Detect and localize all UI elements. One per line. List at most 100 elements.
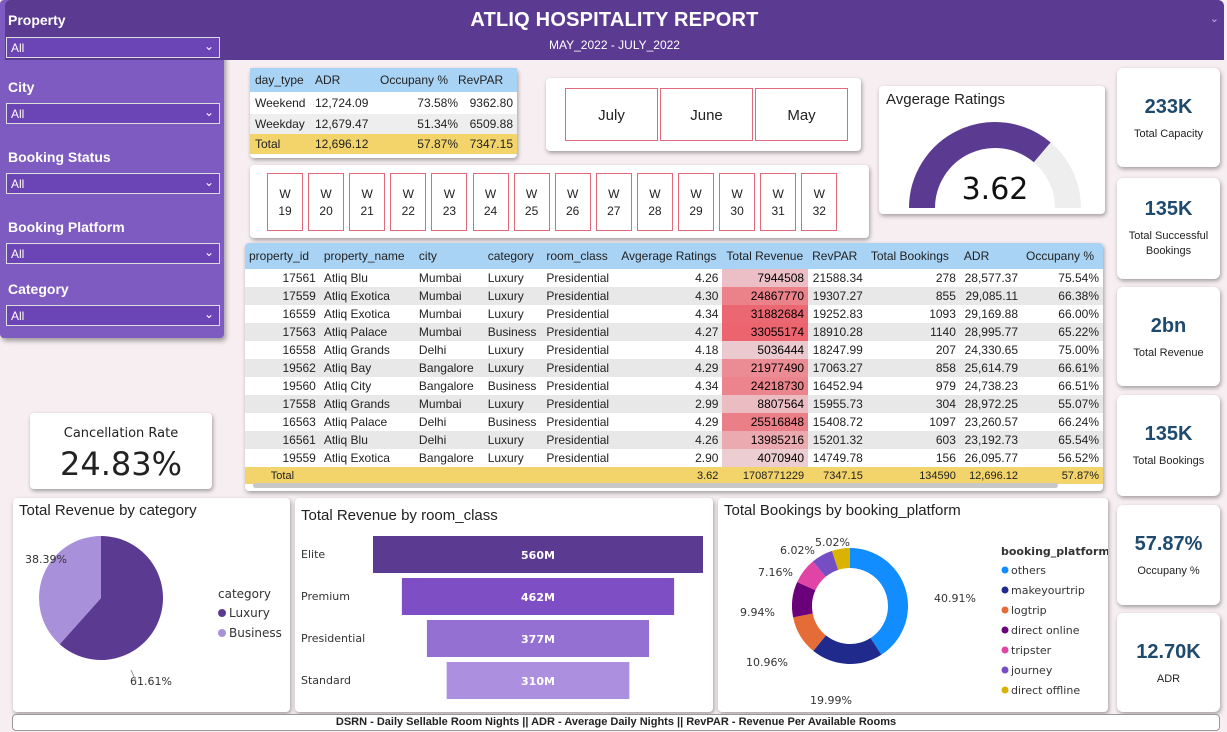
- pie-chart-svg: 61.61% 38.39% category Luxury Business: [25, 536, 282, 688]
- category-dropdown[interactable]: All ⌄: [6, 305, 220, 326]
- month-option[interactable]: May: [755, 88, 848, 141]
- table-cell: Bangalore: [418, 451, 474, 465]
- week-option[interactable]: W 25: [513, 173, 550, 231]
- table-cell: 57.87%: [380, 134, 458, 154]
- column-header[interactable]: category: [483, 243, 543, 269]
- legend-item[interactable]: Luxury: [229, 606, 270, 620]
- column-header[interactable]: Occupany %: [380, 68, 458, 92]
- week-option[interactable]: W 32: [801, 173, 838, 231]
- table-cell: 12,724.09: [315, 96, 369, 110]
- legend-title: booking_platform: [1001, 545, 1108, 558]
- table-row[interactable]: 16558 Atliq Grands Delhi Luxury Presidential…: [245, 341, 1103, 359]
- table-cell: 16563: [282, 415, 316, 429]
- table-cell: 18247.99: [812, 343, 863, 357]
- column-header[interactable]: Total Revenue: [722, 243, 809, 269]
- column-header[interactable]: Occupany %: [1022, 243, 1103, 269]
- legend-item[interactable]: makeyourtrip: [1011, 584, 1085, 597]
- table-row[interactable]: 17563 Atliq Palace Mumbai Business President…: [245, 323, 1103, 341]
- table-cell: 1093: [929, 307, 956, 321]
- column-header[interactable]: property_id: [245, 243, 320, 269]
- column-header[interactable]: Total Bookings: [866, 243, 960, 269]
- week-option[interactable]: W 21: [349, 173, 386, 231]
- column-header[interactable]: ADR: [315, 68, 380, 92]
- table-cell: 13985216: [722, 431, 809, 449]
- week-option[interactable]: W 31: [760, 173, 797, 231]
- table-row[interactable]: 19560 Atliq City Bangalore Business Presiden…: [245, 377, 1103, 395]
- week-option[interactable]: W 30: [719, 173, 756, 231]
- week-option[interactable]: W 26: [554, 173, 591, 231]
- kpi-label: Occupany %: [1137, 565, 1200, 577]
- table-cell: Bangalore: [418, 379, 474, 393]
- week-option[interactable]: W 22: [390, 173, 427, 231]
- chevron-down-icon: ⌄: [203, 245, 214, 259]
- donut-slice[interactable]: [850, 548, 908, 655]
- table-row[interactable]: 17558 Atliq Grands Mumbai Luxury Presidentia…: [245, 395, 1103, 413]
- revenue-by-room-class-chart: Total Revenue by room_class Elite 560M Pre…: [295, 498, 713, 712]
- table-row[interactable]: 16563 Atliq Palace Delhi Business Presidenti…: [245, 413, 1103, 431]
- donut-data-label: 19.99%: [810, 694, 852, 707]
- table-cell: 15408.72: [812, 415, 863, 429]
- legend-item[interactable]: Business: [229, 626, 282, 640]
- table-row[interactable]: 17559 Atliq Exotica Mumbai Luxury Presidenti…: [245, 287, 1103, 305]
- table-row[interactable]: 16561 Atliq Blu Delhi Luxury Presidential 4.2…: [245, 431, 1103, 449]
- legend-item[interactable]: direct offline: [1011, 684, 1080, 697]
- table-cell: 65.54%: [1022, 431, 1103, 449]
- legend-item[interactable]: tripster: [1011, 644, 1052, 657]
- table-row[interactable]: 19559 Atliq Exotica Bangalore Luxury Preside…: [245, 449, 1103, 467]
- table-row[interactable]: 19562 Atliq Bay Bangalore Luxury Presidentia…: [245, 359, 1103, 377]
- table-cell: 4.30: [617, 287, 723, 305]
- column-header[interactable]: city: [414, 243, 484, 269]
- table-cell: 16558: [282, 343, 316, 357]
- legend-marker: [218, 629, 226, 637]
- table-cell: Business: [483, 323, 543, 341]
- column-header[interactable]: Avgerage Ratings: [617, 243, 723, 269]
- week-option[interactable]: W 20: [308, 173, 345, 231]
- week-option[interactable]: W 28: [636, 173, 673, 231]
- table-cell: 17561: [282, 271, 316, 285]
- week-option[interactable]: W 27: [595, 173, 632, 231]
- legend-item[interactable]: direct online: [1011, 624, 1080, 637]
- booking-platform-dropdown[interactable]: All ⌄: [6, 243, 220, 264]
- funnel-category-label: Elite: [301, 548, 325, 561]
- table-cell: [483, 467, 543, 484]
- column-header[interactable]: day_type: [250, 68, 315, 92]
- legend-item[interactable]: journey: [1010, 664, 1053, 677]
- table-row[interactable]: 16559 Atliq Exotica Mumbai Luxury Presidenti…: [245, 305, 1103, 323]
- week-option[interactable]: W 23: [431, 173, 468, 231]
- table-row[interactable]: 17561 Atliq Blu Mumbai Luxury Presidential 4.…: [245, 269, 1103, 287]
- table-cell: 6509.88: [469, 117, 513, 131]
- month-option[interactable]: June: [660, 88, 753, 141]
- week-option[interactable]: W 24: [472, 173, 509, 231]
- horizontal-scrollbar[interactable]: [253, 483, 1058, 488]
- table-cell: 3.62: [617, 467, 723, 484]
- legend-item[interactable]: others: [1011, 564, 1046, 577]
- column-header[interactable]: RevPAR: [458, 68, 517, 92]
- table-cell: 4.34: [695, 307, 719, 321]
- city-dropdown[interactable]: All ⌄: [6, 103, 220, 124]
- table-cell: Atliq Blu: [319, 431, 415, 449]
- table-cell: Atliq Palace: [323, 415, 388, 429]
- pie-data-label: 38.39%: [25, 553, 67, 566]
- legend-item[interactable]: logtrip: [1011, 604, 1047, 617]
- funnel-category-label: Presidential: [301, 632, 365, 645]
- table-cell: Luxury: [483, 359, 543, 377]
- table-cell: 7944508: [722, 269, 809, 287]
- filter-label-booking-status: Booking Status: [8, 149, 111, 165]
- column-header[interactable]: RevPAR: [808, 243, 867, 269]
- donut-slice[interactable]: [813, 635, 882, 664]
- table-cell: 15955.73: [808, 395, 867, 413]
- booking-status-dropdown[interactable]: All ⌄: [6, 173, 220, 194]
- month-option[interactable]: July: [565, 88, 658, 141]
- report-title: ATLIQ HOSPITALITY REPORT: [470, 9, 759, 31]
- city-dropdown-value: All: [11, 107, 25, 121]
- cancellation-rate-value: 24.83%: [59, 445, 182, 483]
- column-header[interactable]: property_name: [319, 243, 415, 269]
- week-option[interactable]: W 29: [678, 173, 714, 231]
- legend-marker: [1001, 666, 1009, 674]
- chevron-down-icon[interactable]: ⌄: [1210, 12, 1219, 25]
- property-dropdown[interactable]: All ⌄: [6, 37, 220, 58]
- week-option[interactable]: W 19: [267, 173, 303, 231]
- table-cell: Weekend: [255, 96, 306, 110]
- column-header[interactable]: room_class: [542, 243, 618, 269]
- column-header[interactable]: ADR: [959, 243, 1022, 269]
